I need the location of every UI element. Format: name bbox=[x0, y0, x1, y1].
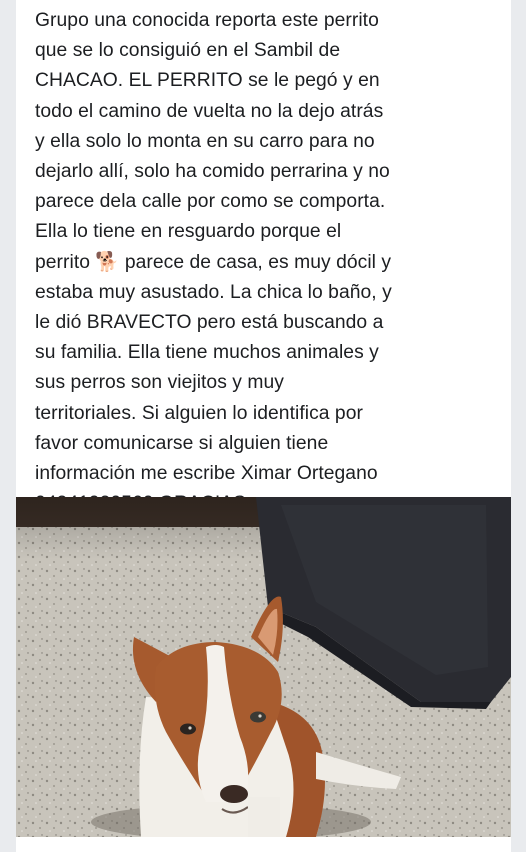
post-text-line: su familia. Ella tiene muchos animales y bbox=[35, 342, 379, 364]
dog-photo[interactable] bbox=[16, 497, 511, 837]
post-text-line: Ella lo tiene en resguardo porque el bbox=[35, 221, 342, 243]
post-text: Grupo una conocida reporta este perrito … bbox=[35, 6, 485, 519]
post-text-line: estaba muy asustado. La chica lo baño, y bbox=[35, 281, 392, 303]
post-text-line: parece dela calle por como se comporta. bbox=[35, 191, 386, 213]
post-text-line: le dió BRAVECTO pero está buscando a bbox=[35, 312, 384, 334]
post-text-line: sus perros son viejitos y muy bbox=[35, 372, 284, 394]
post-text-line: favor comunicarse si alguien tiene bbox=[35, 432, 329, 454]
post-text-line: perrito 🐕 parece de casa, es muy dócil y bbox=[35, 251, 392, 273]
post-text-line: CHACAO. EL PERRITO se le pegó y en bbox=[35, 70, 380, 92]
post-bottom bbox=[16, 837, 511, 852]
post-text-line: todo el camino de vuelta no la dejo atrá… bbox=[35, 100, 384, 122]
post-text-line: territoriales. Si alguien lo identifica … bbox=[35, 402, 363, 424]
post-text-line: Grupo una conocida reporta este perrito bbox=[35, 10, 379, 31]
post-text-line: que se lo consiguió en el Sambil de bbox=[35, 40, 341, 62]
post-text-line: información me escribe Ximar Ortegano bbox=[35, 463, 378, 485]
post-text-line: y ella solo lo monta en su carro para no bbox=[35, 130, 375, 152]
post-text-line: dejarlo allí, solo ha comido perrarina y… bbox=[35, 161, 390, 183]
dog-photo-illustration bbox=[16, 497, 511, 837]
